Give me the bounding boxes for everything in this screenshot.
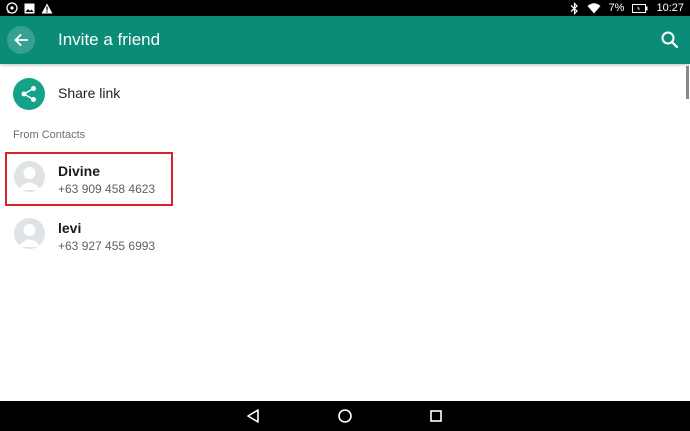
default-avatar-icon [18,224,41,247]
home-circle-icon [338,409,352,423]
page-title: Invite a friend [58,30,161,49]
battery-percent: 7% [608,2,625,14]
battery-icon [632,3,648,13]
bluetooth-icon [570,1,579,15]
back-button[interactable] [7,26,35,54]
share-link-row[interactable]: Share link [0,70,690,116]
search-icon [661,31,679,49]
nav-home-button[interactable] [336,407,354,425]
recents-square-icon [430,410,442,422]
arrow-left-icon [14,33,28,47]
warning-icon [41,3,53,14]
contact-name: levi [58,220,82,236]
app-toolbar: Invite a friend [0,16,690,64]
clock: 10:27 [656,2,684,14]
contact-item-levi[interactable]: levi +63 927 455 6993 [0,211,690,263]
nav-recents-button[interactable] [427,407,445,425]
share-icon-circle [13,78,45,110]
system-nav-bar [0,401,690,431]
nav-back-button[interactable] [245,407,263,425]
status-bar: 7% 10:27 [0,0,690,16]
back-triangle-icon [247,409,259,423]
highlight-box [5,152,173,206]
section-header-contacts: From Contacts [13,129,86,141]
whatsapp-icon [6,2,18,14]
avatar [14,218,45,249]
contact-phone: +63 927 455 6993 [58,239,156,253]
search-button[interactable] [660,30,680,50]
image-icon [24,3,35,14]
wifi-icon [587,2,601,14]
share-icon [21,86,36,102]
share-link-label: Share link [58,85,121,101]
